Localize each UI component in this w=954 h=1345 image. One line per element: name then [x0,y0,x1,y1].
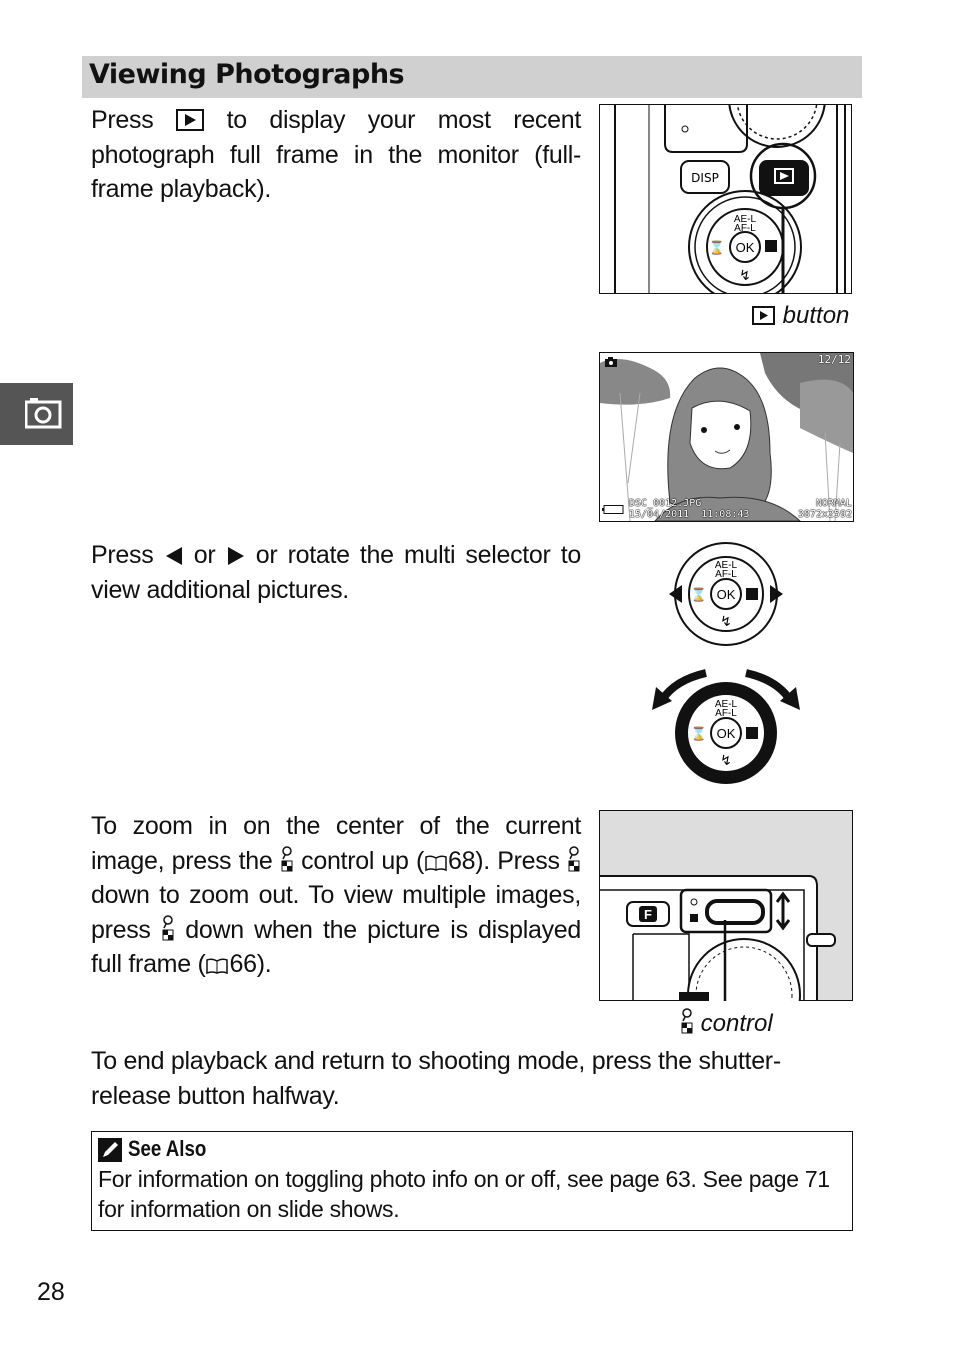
zoom-control-caption: control [680,1008,773,1038]
left-arrow-icon [165,547,182,565]
svg-text:⌛: ⌛ [709,240,725,255]
text: Press [91,541,154,569]
battery-icon [602,505,624,514]
page-title: Viewing Photographs [89,59,405,90]
caption-text: button [782,302,850,329]
zoom-control-icon [162,915,174,941]
ok-label: OK [717,726,736,741]
svg-text:↯: ↯ [739,267,751,283]
text: to display your most recent photograph f… [91,106,581,204]
zoom-control-icon [568,845,580,872]
svg-text:↯: ↯ [720,613,732,629]
see-also-text: For information on toggling photo info o… [98,1166,830,1222]
book-icon [206,958,229,975]
zoom-control-diagram: F [599,810,853,1001]
disp-label: DISP [691,171,719,185]
playback-camera-icon [25,398,62,429]
see-also-box: See Also For information on toggling pho… [91,1131,853,1231]
playback-button-diagram: DISP OK AE-L AF-L ⌛ ↯ [599,104,852,294]
chapter-side-tab [0,383,73,445]
playback-icon [176,109,204,131]
image-size: 3872x2592 [797,509,852,520]
text: 68). Press [448,846,560,875]
paragraph-zoom: To zoom in on the center of the current … [91,809,581,982]
playback-icon [752,306,775,325]
text: Press [91,106,154,134]
ok-label: OK [736,240,755,255]
camera-back-illustration: DISP OK AE-L AF-L ⌛ ↯ [599,104,852,294]
see-also-title: See Also [128,1136,207,1161]
zoom-control-icon [681,1008,693,1034]
pencil-note-icon [98,1138,122,1162]
svg-text:↯: ↯ [720,752,732,768]
multi-selector-rotate-diagram: OK AE-L AF-L ↯ ⌛ [652,669,800,784]
monitor-playback-image: 12/12 DSC_0012.JPG 15/04/2011 11:08:43 N… [599,352,854,522]
zoom-control-icon [281,845,293,872]
portrait-photo [600,353,853,521]
caption-text: control [700,1010,773,1037]
image-quality: NORMAL [815,498,852,509]
text: control up ( [301,846,425,875]
ok-label: OK [717,587,736,602]
text: or [193,541,216,569]
playback-button-caption: button [752,302,849,330]
svg-text:⌛: ⌛ [691,726,707,741]
f-button-label: F [644,907,652,922]
multi-selector-press-diagram: OK AE-L AF-L ↯ ⌛ [669,542,783,646]
afl-label: AF-L [715,569,737,580]
date-time: 15/04/2011 11:08:43 [629,509,750,520]
filename: DSC_0012.JPG [629,498,702,509]
frame-count: 12/12 [817,353,851,366]
paragraph-browse: Press or or rotate the multi selector to… [91,538,581,607]
paragraph-playback: Press to display your most recent photog… [91,103,581,207]
svg-text:⌛: ⌛ [691,587,707,602]
afl-label: AF-L [715,708,737,719]
right-arrow-icon [227,547,244,565]
afl-label: AF-L [734,223,756,234]
paragraph-end-playback: To end playback and return to shooting m… [91,1047,781,1110]
camera-icon [605,357,617,367]
page-number: 28 [37,1278,65,1306]
book-icon [425,855,447,871]
text: 66). [229,950,272,979]
section-heading: Viewing Photographs [82,56,862,98]
